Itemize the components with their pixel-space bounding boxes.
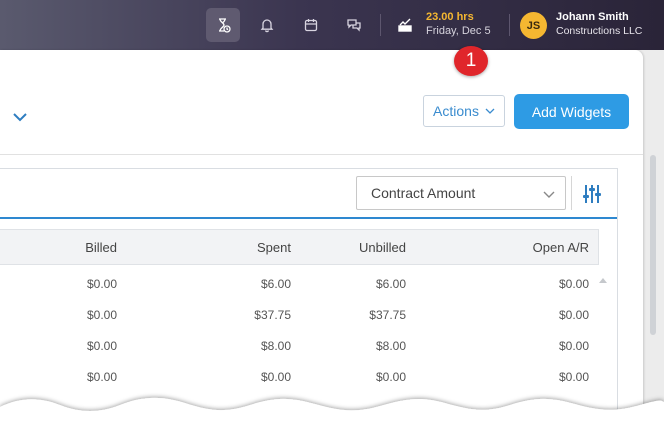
metric-select[interactable]: Contract Amount bbox=[356, 176, 566, 210]
table-cell: $0.00 bbox=[86, 339, 117, 353]
metric-select-value: Contract Amount bbox=[371, 185, 476, 201]
scrollbar[interactable] bbox=[650, 155, 656, 335]
current-date: Friday, Dec 5 bbox=[426, 25, 491, 37]
hours-logged[interactable]: 23.00 hrs bbox=[426, 11, 474, 23]
column-header-unbilled[interactable]: Unbilled bbox=[359, 240, 406, 255]
add-widgets-button[interactable]: Add Widgets bbox=[514, 94, 629, 129]
column-header-billed[interactable]: Billed bbox=[85, 240, 117, 255]
chevron-down-icon bbox=[485, 108, 495, 114]
divider bbox=[380, 14, 381, 36]
chevron-down-icon[interactable] bbox=[12, 111, 28, 123]
avatar[interactable]: JS bbox=[520, 12, 547, 39]
top-bar: 23.00 hrs Friday, Dec 5 JS Johann Smith … bbox=[0, 0, 664, 50]
column-header-spent[interactable]: Spent bbox=[257, 240, 291, 255]
divider bbox=[571, 176, 572, 210]
widget-header-underline bbox=[0, 217, 617, 219]
chat-icon[interactable] bbox=[337, 8, 371, 42]
table-cell: $0.00 bbox=[86, 308, 117, 322]
table-cell: $0.00 bbox=[558, 370, 589, 384]
table-cell: $0.00 bbox=[375, 370, 406, 384]
column-header-open-ar[interactable]: Open A/R bbox=[533, 240, 589, 255]
table-cell: $6.00 bbox=[260, 277, 291, 291]
actions-label: Actions bbox=[433, 103, 479, 119]
bell-icon[interactable] bbox=[250, 8, 284, 42]
table-cell: $8.00 bbox=[375, 339, 406, 353]
divider bbox=[0, 154, 643, 155]
scroll-up-arrow-icon[interactable] bbox=[599, 277, 607, 283]
actions-button[interactable]: Actions bbox=[423, 95, 505, 127]
timecard-icon[interactable] bbox=[388, 8, 422, 42]
company-name: Constructions LLC bbox=[556, 25, 643, 37]
sliders-icon[interactable] bbox=[581, 183, 603, 205]
torn-edge bbox=[0, 397, 664, 425]
table-cell: $0.00 bbox=[86, 370, 117, 384]
user-name[interactable]: Johann Smith bbox=[556, 11, 629, 23]
calendar-icon[interactable] bbox=[294, 8, 328, 42]
table-cell: $6.00 bbox=[375, 277, 406, 291]
timer-icon[interactable] bbox=[206, 8, 240, 42]
table-cell: $0.00 bbox=[558, 277, 589, 291]
table-cell: $0.00 bbox=[86, 277, 117, 291]
table-cell: $8.00 bbox=[260, 339, 291, 353]
table-cell: $0.00 bbox=[558, 339, 589, 353]
table-cell: $0.00 bbox=[558, 308, 589, 322]
table-cell: $0.00 bbox=[260, 370, 291, 384]
divider bbox=[509, 14, 510, 36]
table-cell: $37.75 bbox=[254, 308, 291, 322]
table-cell: $37.75 bbox=[369, 308, 406, 322]
chevron-down-icon bbox=[543, 191, 555, 198]
callout-badge: 1 bbox=[454, 46, 488, 76]
